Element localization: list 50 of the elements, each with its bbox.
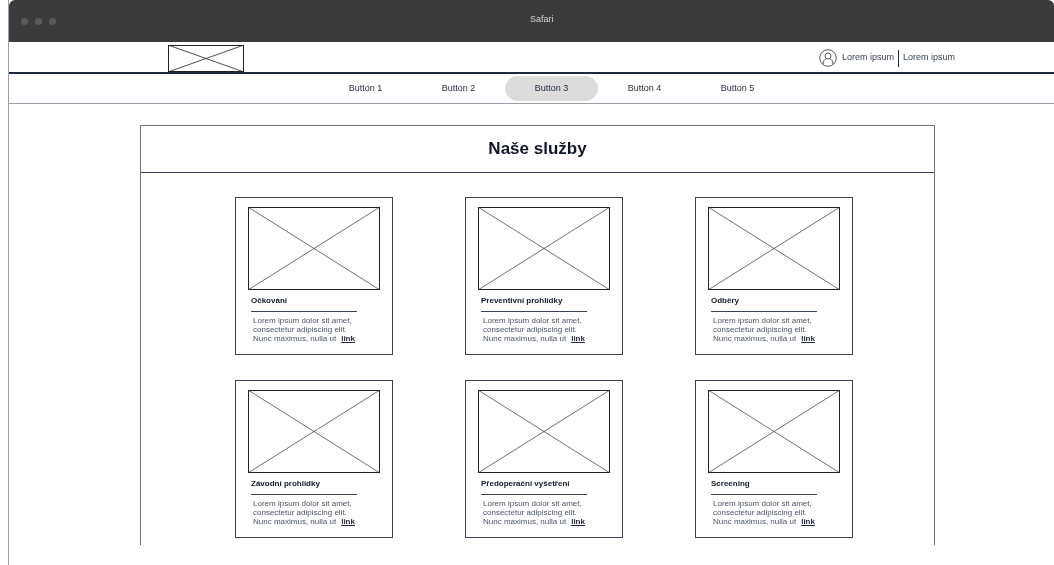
window-title: Safari	[530, 13, 554, 26]
card-title: Předoperační vyšetření	[481, 478, 571, 490]
image-placeholder-icon	[248, 390, 380, 473]
image-placeholder-icon	[708, 207, 840, 290]
card-title: Preventivní prohlídky	[481, 295, 564, 307]
nav-tab[interactable]: Button 5	[691, 76, 784, 101]
card-title: Screening	[711, 478, 751, 490]
card-description: consectetur adipiscing elit.	[483, 325, 577, 334]
card-title: Závodní prohlídky	[251, 478, 321, 490]
image-placeholder-icon	[248, 207, 380, 290]
card-description: consectetur adipiscing elit.	[483, 508, 577, 517]
image-placeholder-icon	[478, 390, 610, 473]
zoom-button[interactable]	[49, 17, 56, 25]
card-description: Nunc maximus, nulla ut	[713, 334, 797, 343]
header-link[interactable]: Lorem ipsum	[903, 51, 956, 65]
user-icon[interactable]	[819, 49, 837, 67]
card-description: Nunc maximus, nulla ut	[713, 517, 797, 526]
card-description: Nunc maximus, nulla ut	[483, 517, 567, 526]
section-title: Naše služby	[488, 138, 587, 161]
card-description: Lorem ipsum dolor sit amet,	[253, 499, 352, 508]
card-description: Lorem ipsum dolor sit amet,	[253, 316, 352, 325]
nav-tab[interactable]: Button 2	[412, 76, 505, 101]
card-description: Nunc maximus, nulla ut	[483, 334, 567, 343]
card-link[interactable]: link	[571, 517, 585, 526]
card-description: Lorem ipsum dolor sit amet,	[713, 499, 812, 508]
card-description: Lorem ipsum dolor sit amet,	[483, 499, 582, 508]
card-link[interactable]: link	[801, 517, 815, 526]
header-link[interactable]: Lorem ipsum	[842, 51, 895, 65]
card-description: Lorem ipsum dolor sit amet,	[713, 316, 812, 325]
card-link[interactable]: link	[341, 334, 355, 343]
nav-tab[interactable]: Button 1	[319, 76, 412, 101]
card-title: Odběry	[711, 295, 740, 307]
close-button[interactable]	[21, 17, 28, 25]
card-link[interactable]: link	[571, 334, 585, 343]
card-link[interactable]: link	[341, 517, 355, 526]
image-placeholder-icon	[708, 390, 840, 473]
card-description: consectetur adipiscing elit.	[253, 508, 347, 517]
card-description: Lorem ipsum dolor sit amet,	[483, 316, 582, 325]
card-description: consectetur adipiscing elit.	[713, 508, 807, 517]
nav-tab[interactable]: Button 4	[598, 76, 691, 101]
minimize-button[interactable]	[35, 17, 42, 25]
image-placeholder-icon	[478, 207, 610, 290]
card-description: Nunc maximus, nulla ut	[253, 517, 337, 526]
logo-placeholder-icon	[168, 45, 244, 72]
card-description: consectetur adipiscing elit.	[713, 325, 807, 334]
card-description: consectetur adipiscing elit.	[253, 325, 347, 334]
nav-tab[interactable]: Button 3	[505, 76, 598, 101]
card-title: Očkování	[251, 295, 288, 307]
card-description: Nunc maximus, nulla ut	[253, 334, 337, 343]
card-link[interactable]: link	[801, 334, 815, 343]
